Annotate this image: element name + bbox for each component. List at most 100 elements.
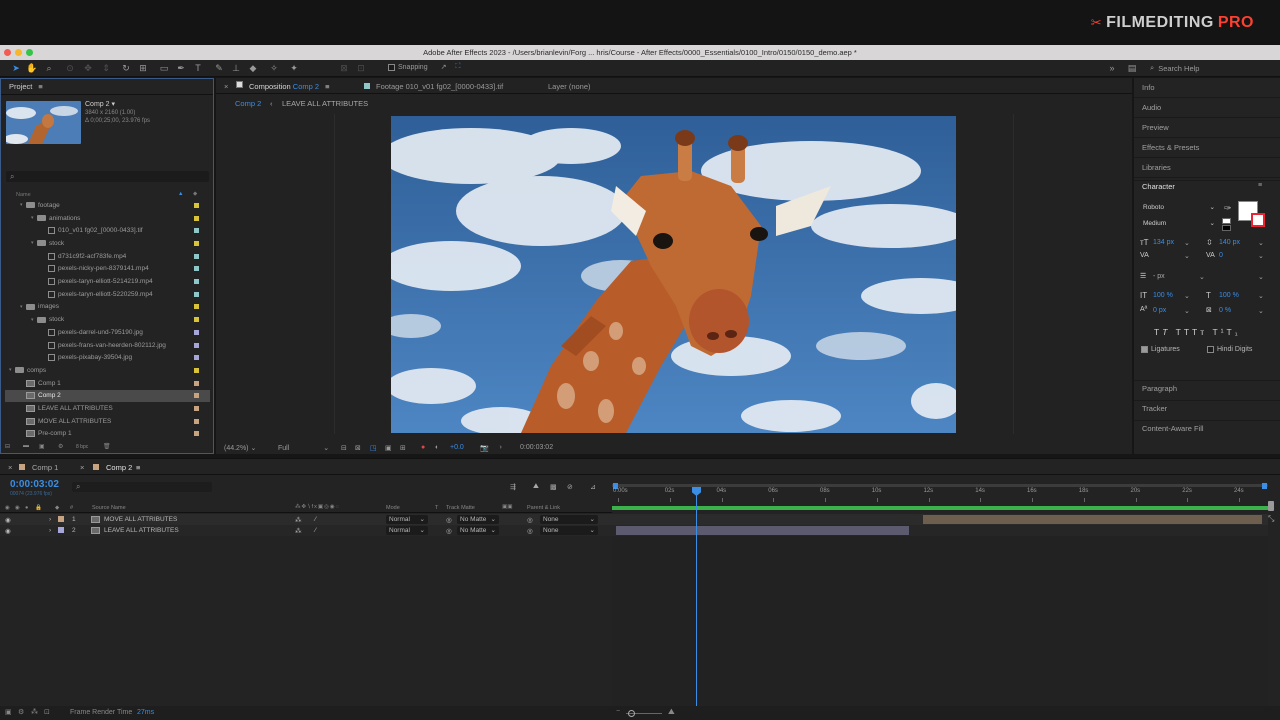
parent-pickwhip-icon[interactable]: ◎ [527, 516, 533, 524]
project-item[interactable]: Comp 2 [5, 389, 210, 403]
project-item[interactable]: pexels-nicky-pen-8379141.mp4 [5, 263, 210, 276]
close-tab-icon[interactable]: × [224, 82, 228, 91]
all-caps-icon[interactable]: TT [1176, 327, 1192, 337]
collapse-transform-icon[interactable]: ⁂ [295, 527, 302, 535]
chevron-down-icon[interactable]: ⌄ [1184, 292, 1190, 300]
rectangle-tool-icon[interactable]: ▭ [158, 62, 170, 74]
stroke-color-swatch[interactable] [1251, 213, 1265, 227]
track-matte-dropdown[interactable]: No Matte ⌄ [457, 526, 499, 535]
panel-tab-paragraph[interactable]: Paragraph [1142, 384, 1177, 393]
project-item[interactable]: pexels-taryn-elliott-5214219.mp4 [5, 275, 210, 288]
interpret-footage-icon[interactable]: ⊟ [5, 443, 10, 450]
tab-comp-2[interactable]: Comp 2 [106, 463, 132, 472]
ligatures-checkbox[interactable] [1141, 346, 1148, 353]
horizontal-scale-field[interactable]: 100 % [1219, 292, 1239, 299]
draft-3d-icon[interactable]: ⛰ [533, 483, 539, 491]
faux-bold-icon[interactable]: T [1154, 327, 1162, 337]
time-ruler[interactable]: 0:00s 02s 04s 06s 08s 10s 12s 14s 16s 18s 20s 22s 24… [612, 483, 1268, 504]
snapshot-icon[interactable]: 📷 [480, 444, 489, 452]
label-color-swatch[interactable] [194, 317, 199, 323]
hindi-digits-checkbox[interactable] [1207, 346, 1214, 353]
close-tab-icon[interactable]: × [8, 463, 12, 472]
selection-tool-icon[interactable]: ➤ [10, 62, 22, 74]
pan-tool-icon[interactable]: ✥ [82, 62, 94, 74]
label-color-swatch[interactable] [194, 431, 199, 437]
pan-behind-tool-icon[interactable]: ⊞ [137, 62, 149, 74]
label-color-swatch[interactable] [194, 253, 199, 259]
label-color-swatch[interactable] [194, 202, 199, 208]
character-panel-title[interactable]: Character [1142, 182, 1175, 191]
layer-source-name[interactable]: LEAVE ALL ATTRIBUTES [104, 527, 179, 534]
region-of-interest-icon[interactable]: ◳ [370, 444, 377, 452]
chevron-down-icon[interactable]: ⌄ [1258, 292, 1264, 300]
timeline-search-input[interactable]: ⌕ [72, 482, 212, 492]
panel-tab-audio[interactable]: Audio [1142, 103, 1161, 112]
layer-source-name[interactable]: MOVE ALL ATTRIBUTES [104, 516, 177, 523]
matte-pickwhip-icon[interactable]: ◎ [446, 527, 452, 535]
stroke-width-field[interactable]: - px [1153, 273, 1165, 280]
baseline-shift-field[interactable]: 0 px [1153, 307, 1166, 314]
layer-bar-leave-all[interactable] [616, 526, 909, 535]
timeline-scroll-handle[interactable] [1268, 501, 1274, 511]
panel-tab-libraries[interactable]: Libraries [1142, 163, 1171, 172]
orbit-tool-icon[interactable]: ⊙ [64, 62, 76, 74]
label-color-swatch[interactable] [194, 393, 199, 399]
font-size-field[interactable]: 134 px [1153, 239, 1174, 246]
tab-menu-icon[interactable]: ≡ [136, 463, 140, 472]
shy-layers-icon[interactable]: ▩ [550, 483, 557, 491]
reset-exposure-icon[interactable]: ◐ [435, 444, 439, 451]
parent-link-header[interactable]: Parent & Link [527, 505, 560, 511]
tracking-field[interactable]: 0 [1219, 252, 1223, 259]
rotate-tool-icon[interactable]: ↻ [120, 62, 132, 74]
hand-tool-icon[interactable]: ✋ [26, 62, 38, 74]
zoom-in-icon[interactable]: ⛰ [668, 707, 675, 717]
hindi-digits-toggle[interactable]: Hindi Digits [1207, 346, 1252, 353]
mask-visibility-icon[interactable]: ▣ [385, 444, 392, 452]
toggle-switches-icon[interactable]: ⚙ [18, 708, 24, 716]
workspace-overflow-icon[interactable]: » [1106, 62, 1118, 74]
label-color-swatch[interactable] [194, 367, 199, 373]
chevron-down-icon[interactable]: ⌄ [1184, 307, 1190, 315]
label-color-swatch[interactable] [194, 406, 199, 412]
project-item[interactable]: pexels-taryn-elliott-5220259.mp4 [5, 288, 210, 301]
blend-mode-dropdown[interactable]: Normal ⌄ [386, 515, 428, 524]
color-channels-icon[interactable]: ● [421, 444, 425, 451]
font-family-dropdown[interactable]: Roboto ⌄ [1140, 203, 1218, 212]
snap-grid-icon[interactable]: ⛶ [455, 63, 460, 71]
search-help[interactable]: ⌕ Search Help [1150, 63, 1199, 73]
comp-info-name[interactable]: Comp 2 ▾ [85, 101, 150, 109]
parent-dropdown[interactable]: None ⌄ [540, 515, 598, 524]
faux-italic-icon[interactable]: T [1162, 327, 1170, 337]
panel-tab-info[interactable]: Info [1142, 83, 1155, 92]
label-color-swatch[interactable] [194, 291, 199, 297]
dolly-tool-icon[interactable]: ⇕ [100, 62, 112, 74]
transparency-grid-icon[interactable]: ⊠ [355, 444, 361, 452]
lock-icon[interactable] [236, 81, 243, 88]
comp-flowchart-icon[interactable]: ⇶ [510, 483, 516, 491]
project-item[interactable]: ▾ animations [5, 212, 210, 225]
eraser-tool-icon[interactable]: ◆ [247, 62, 259, 74]
font-style-dropdown[interactable]: Medium ⌄ [1140, 219, 1218, 228]
tab-footage[interactable]: Footage 010_v01 fg02_[0000-0433].tif [376, 82, 503, 91]
expand-layer-icon[interactable]: › [49, 516, 51, 523]
track-matte-header[interactable]: Track Matte [446, 505, 475, 511]
brush-tool-icon[interactable]: ✎ [213, 62, 225, 74]
tab-menu-icon[interactable]: ≡ [325, 82, 329, 91]
crumb-comp-2[interactable]: Comp 2 [235, 99, 261, 108]
resolution-dropdown[interactable]: Full ⌄ [278, 444, 329, 452]
project-item[interactable]: pexels-darrel-und-795190.jpg [5, 326, 210, 339]
chevron-down-icon[interactable]: ⌄ [1258, 252, 1264, 260]
project-settings-icon[interactable]: ⚙ [58, 443, 63, 450]
panel-menu-icon[interactable]: ▤ [1126, 62, 1138, 74]
composition-canvas[interactable] [391, 116, 956, 433]
expand-layer-icon[interactable]: › [49, 527, 51, 534]
layer-label-swatch[interactable] [58, 516, 64, 522]
label-color-swatch[interactable] [194, 329, 199, 335]
sort-arrow-icon[interactable]: ▲ [178, 191, 183, 197]
project-item[interactable]: Pre-comp 1 [5, 428, 210, 441]
zoom-tool-icon[interactable]: ⌕ [43, 62, 55, 74]
panel-tab-effects-presets[interactable]: Effects & Presets [1142, 143, 1199, 152]
source-name-header[interactable]: Source Name [92, 505, 126, 511]
panel-menu-icon[interactable]: ≡ [1258, 182, 1262, 189]
quality-switch-icon[interactable]: ∕ [315, 516, 316, 523]
